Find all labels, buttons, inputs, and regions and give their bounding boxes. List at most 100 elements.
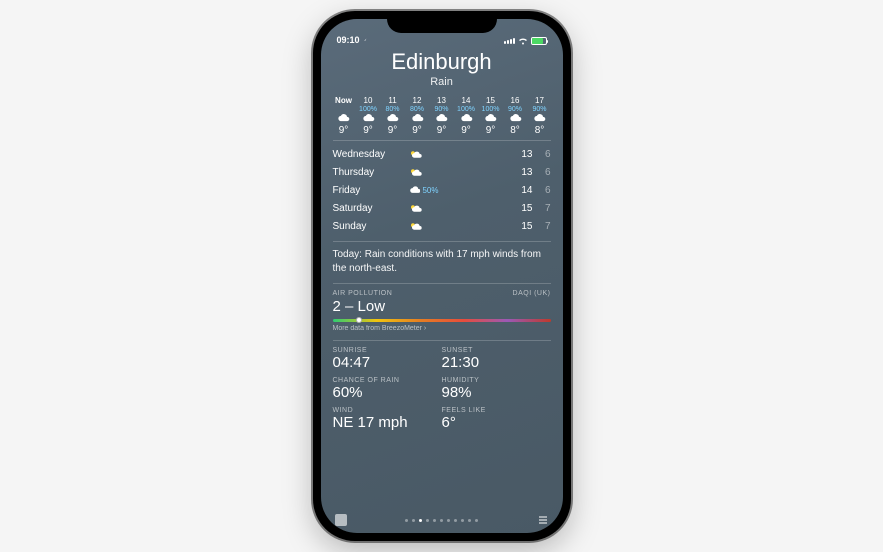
hourly-item: 1180%9° (382, 96, 404, 136)
cloud-rain-icon (337, 114, 350, 123)
page-dot[interactable] (461, 519, 464, 522)
metric-value: 04:47 (333, 354, 442, 371)
day-high: 13 (513, 167, 533, 178)
hour-time: 17 (535, 96, 544, 105)
aq-standard: DAQI (UK) (513, 290, 551, 297)
day-name: Thursday (333, 167, 409, 178)
page-dots[interactable] (405, 519, 478, 522)
weather-icon (409, 186, 421, 195)
condition-text: Rain (333, 76, 551, 88)
page-dot[interactable] (433, 519, 436, 522)
hour-time: 10 (364, 96, 373, 105)
day-name: Sunday (333, 221, 409, 232)
page-dot[interactable] (440, 519, 443, 522)
metric-humidity: HUMIDITY 98% (442, 377, 551, 401)
page-dot[interactable] (412, 519, 415, 522)
metric-sunrise: SUNRISE 04:47 (333, 347, 442, 371)
day-high: 13 (513, 149, 533, 160)
weather-icon (409, 150, 422, 159)
hour-time: 13 (437, 96, 446, 105)
metric-value: 60% (333, 384, 442, 401)
metrics-grid: SUNRISE 04:47 SUNSET 21:30 CHANCE OF RAI… (333, 340, 551, 431)
metric-label: CHANCE OF RAIN (333, 377, 442, 384)
daily-forecast[interactable]: Wednesday136Thursday136Friday50%146Satur… (333, 145, 551, 242)
daily-row: Wednesday136 (333, 145, 551, 163)
hour-time: 14 (462, 96, 471, 105)
page-dot[interactable] (475, 519, 478, 522)
day-icon: 50% (409, 186, 439, 195)
air-quality-block[interactable]: AIR POLLUTION DAQI (UK) 2 – Low More dat… (333, 283, 551, 332)
cloud-rain-icon (435, 114, 448, 123)
cloud-rain-icon (411, 114, 424, 123)
hour-precip: 90% (508, 106, 522, 113)
day-name: Friday (333, 185, 409, 196)
hour-precip: 100% (457, 106, 475, 113)
hour-time: 15 (486, 96, 495, 105)
day-precip: 50% (422, 186, 438, 195)
page-dot[interactable] (454, 519, 457, 522)
hour-temp: 9° (412, 125, 422, 136)
metric-sunset: SUNSET 21:30 (442, 347, 551, 371)
page-dot[interactable] (426, 519, 429, 522)
location-arrow-icon (362, 38, 367, 43)
hour-precip: 100% (359, 106, 377, 113)
cloud-rain-icon (509, 114, 522, 123)
notch (387, 11, 497, 33)
daily-row: Saturday157 (333, 199, 551, 217)
wifi-icon (518, 37, 528, 45)
aq-more-link[interactable]: More data from BreezoMeter › (333, 325, 551, 332)
hourly-forecast[interactable]: Now 9°10100%9°1180%9°1280%9°1390%9°14100… (333, 96, 551, 141)
page-dot[interactable] (447, 519, 450, 522)
metric-label: SUNSET (442, 347, 551, 354)
weather-channel-button[interactable] (335, 514, 347, 526)
metric-value: 98% (442, 384, 551, 401)
hour-time: Now (335, 96, 352, 105)
day-icon (409, 222, 439, 231)
hour-precip: 90% (532, 106, 546, 113)
screen: 09:10 Edinburgh Rain Now 9°10100%9°1180%… (321, 19, 563, 533)
hourly-item: 10100% 9° (357, 96, 379, 136)
metric-value: 21:30 (442, 354, 551, 371)
day-low: 7 (533, 221, 551, 232)
hourly-item: 1390% 9° (431, 96, 453, 136)
daily-row: Friday50%146 (333, 181, 551, 199)
hour-temp: 8° (535, 125, 545, 136)
metric-value: NE 17 mph (333, 414, 442, 431)
hour-temp: 8° (510, 125, 520, 136)
locations-list-button[interactable] (537, 514, 549, 526)
city-name: Edinburgh (333, 49, 551, 75)
hour-time: 11 (388, 96, 396, 105)
hour-precip: 90% (434, 106, 448, 113)
aq-marker (356, 317, 362, 323)
daily-row: Thursday 136 (333, 163, 551, 181)
hour-temp: 9° (363, 125, 373, 136)
battery-icon (531, 37, 547, 45)
metric-label: SUNRISE (333, 347, 442, 354)
day-low: 6 (533, 167, 551, 178)
day-icon (409, 168, 439, 177)
day-high: 15 (513, 203, 533, 214)
aq-scale-bar (333, 319, 551, 322)
page-dot[interactable] (419, 519, 422, 522)
weather-icon (409, 168, 422, 177)
hour-temp: 9° (437, 125, 447, 136)
cloud-rain-icon (386, 114, 399, 123)
hourly-item: 14100% 9° (455, 96, 477, 136)
hourly-item: Now 9° (333, 96, 355, 136)
hour-temp: 9° (461, 125, 471, 136)
location-header: Edinburgh Rain (333, 49, 551, 88)
weather-icon (409, 204, 422, 213)
metric-value: 6° (442, 414, 551, 431)
cloud-rain-icon (484, 114, 497, 123)
day-name: Saturday (333, 203, 409, 214)
status-time-text: 09:10 (337, 35, 360, 45)
day-high: 15 (513, 221, 533, 232)
day-name: Wednesday (333, 149, 409, 160)
metric-feels-like: FEELS LIKE 6° (442, 407, 551, 431)
metric-label: HUMIDITY (442, 377, 551, 384)
weather-content[interactable]: Edinburgh Rain Now 9°10100%9°1180%9°1280… (321, 47, 563, 515)
hour-precip: 80% (385, 106, 399, 113)
page-dot[interactable] (468, 519, 471, 522)
daily-row: Sunday 157 (333, 217, 551, 235)
hour-precip: 80% (410, 106, 424, 113)
